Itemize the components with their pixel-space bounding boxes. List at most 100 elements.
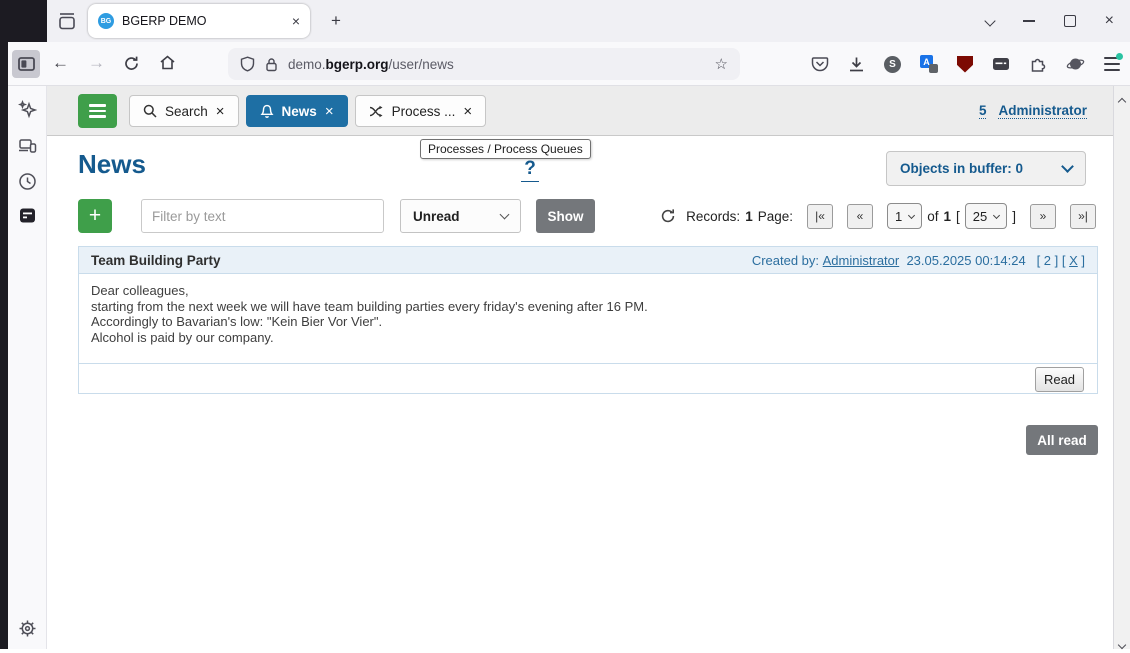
page-scrollbar[interactable]	[1113, 86, 1130, 649]
extension-s-icon[interactable]: S	[884, 56, 901, 73]
minimize-button[interactable]	[1023, 20, 1035, 22]
browser-tabstrip: BG BGERP DEMO × + ×	[8, 0, 1130, 42]
page-title: News	[78, 149, 146, 180]
news-title: Team Building Party	[91, 253, 752, 268]
created-by-label: Created by:	[752, 253, 823, 268]
url-text[interactable]: demo.bgerp.org/user/news	[288, 57, 454, 72]
history-clock-icon[interactable]	[18, 172, 37, 191]
bookmarks-drive-icon[interactable]	[18, 207, 37, 226]
notification-dot	[1116, 53, 1123, 60]
of-label: of	[927, 209, 938, 224]
chevron-down-icon	[500, 210, 510, 220]
records-label: Records:	[686, 209, 740, 224]
next-page-button[interactable]: »	[1030, 204, 1056, 229]
bell-icon	[260, 104, 274, 119]
hamburger-icon	[89, 104, 106, 107]
filter-input[interactable]	[141, 199, 384, 233]
user-count-link[interactable]: 5	[979, 103, 987, 119]
chevron-down-icon	[908, 211, 915, 218]
news-count-badge: [ 2 ]	[1026, 253, 1062, 268]
last-page-button[interactable]: »|	[1070, 204, 1096, 229]
add-news-button[interactable]: +	[78, 199, 112, 233]
close-window-button[interactable]: ×	[1105, 13, 1114, 29]
downloads-icon[interactable]	[848, 56, 865, 73]
new-tab-button[interactable]: +	[324, 9, 348, 33]
app-header: Search × News × Proce	[47, 86, 1113, 136]
prev-page-button[interactable]: «	[847, 204, 873, 229]
card-icon[interactable]	[992, 56, 1010, 72]
window-edge	[0, 0, 8, 649]
news-item: Team Building Party Created by: Administ…	[78, 246, 1098, 394]
chevron-down-icon	[993, 211, 1000, 218]
page-label: Page:	[758, 209, 793, 224]
bookmark-star-icon[interactable]: ☆	[715, 55, 728, 73]
extensions-puzzle-icon[interactable]	[1029, 55, 1047, 73]
firefox-view-icon[interactable]	[56, 10, 78, 32]
pagination-bar: Records: 1 Page: |« « 1 of 1 [ 25 ] » »|	[660, 199, 1096, 233]
shield-icon[interactable]	[240, 56, 255, 72]
page-content: Search × News × Proce	[47, 86, 1113, 649]
news-item-footer: Read	[79, 364, 1097, 393]
news-body: Dear colleagues, starting from the next …	[79, 274, 1097, 364]
browser-tab[interactable]: BG BGERP DEMO ×	[88, 4, 310, 38]
browser-toolbar: ← → demo.bgerp.org/user/news ☆	[8, 42, 1130, 86]
tab-search[interactable]: Search ×	[129, 95, 239, 127]
news-item-header: Team Building Party Created by: Administ…	[79, 247, 1097, 274]
of-value: 1	[943, 209, 951, 224]
synced-tabs-icon[interactable]	[18, 136, 37, 155]
help-link[interactable]: ?	[521, 158, 539, 182]
close-icon[interactable]: ×	[463, 103, 472, 120]
bracket-open: [	[956, 209, 960, 224]
home-button[interactable]	[159, 54, 176, 71]
site-favicon: BG	[98, 13, 114, 29]
tab-label: Process ...	[392, 104, 456, 119]
page-select[interactable]: 1	[887, 203, 922, 229]
show-button[interactable]: Show	[536, 199, 595, 233]
chevron-down-icon	[1061, 160, 1074, 173]
read-button[interactable]: Read	[1035, 367, 1084, 392]
translate-icon[interactable]: A	[920, 55, 938, 73]
close-icon[interactable]: ×	[325, 103, 334, 120]
bracket-close: ]	[1012, 209, 1016, 224]
reload-button[interactable]	[123, 55, 140, 72]
pocket-icon[interactable]	[811, 55, 829, 73]
scroll-down-icon[interactable]	[1119, 635, 1125, 641]
shuffle-icon	[369, 105, 384, 118]
refresh-icon[interactable]	[660, 208, 676, 224]
tab-process[interactable]: Process ... ×	[355, 95, 487, 127]
close-icon[interactable]: ×	[216, 103, 225, 120]
settings-gear-icon[interactable]	[18, 619, 37, 638]
ublock-icon[interactable]	[957, 56, 973, 73]
scroll-up-icon[interactable]	[1119, 92, 1125, 98]
back-button[interactable]: ←	[52, 53, 69, 73]
sidebar-toggle-button[interactable]	[12, 50, 40, 78]
buffer-label: Objects in buffer: 0	[900, 161, 1063, 176]
tabstrip-dark-corner	[8, 0, 47, 42]
maximize-button[interactable]	[1064, 15, 1076, 27]
list-tabs-icon[interactable]	[986, 12, 994, 30]
first-page-button[interactable]: |«	[807, 204, 833, 229]
tab-label: Search	[165, 104, 208, 119]
url-bar[interactable]: demo.bgerp.org/user/news ☆	[228, 48, 740, 80]
tab-label: News	[282, 104, 317, 119]
close-tab-icon[interactable]: ×	[292, 14, 300, 28]
user-name-link[interactable]: Administrator	[998, 103, 1087, 119]
ai-sparkle-icon[interactable]	[18, 100, 37, 119]
firefox-sidebar	[8, 86, 47, 649]
lock-icon[interactable]	[265, 57, 278, 72]
tooltip: Processes / Process Queues	[420, 139, 591, 159]
forward-button[interactable]: →	[88, 53, 105, 73]
buffer-dropdown[interactable]: Objects in buffer: 0	[886, 151, 1086, 186]
status-filter-select[interactable]: Unread	[400, 199, 521, 233]
tab-news[interactable]: News ×	[246, 95, 348, 127]
page-size-select[interactable]: 25	[965, 203, 1007, 229]
app-menu-button[interactable]	[78, 94, 117, 128]
news-close-link[interactable]: X	[1069, 253, 1078, 268]
news-timestamp: 23.05.2025 00:14:24	[899, 253, 1026, 268]
planet-icon[interactable]	[1066, 55, 1085, 73]
author-link[interactable]: Administrator	[823, 253, 900, 268]
app-menu-icon[interactable]	[1104, 57, 1120, 71]
all-read-button[interactable]: All read	[1026, 425, 1098, 455]
close-bracket-close: ]	[1078, 253, 1085, 268]
browser-tab-title: BGERP DEMO	[122, 14, 292, 28]
